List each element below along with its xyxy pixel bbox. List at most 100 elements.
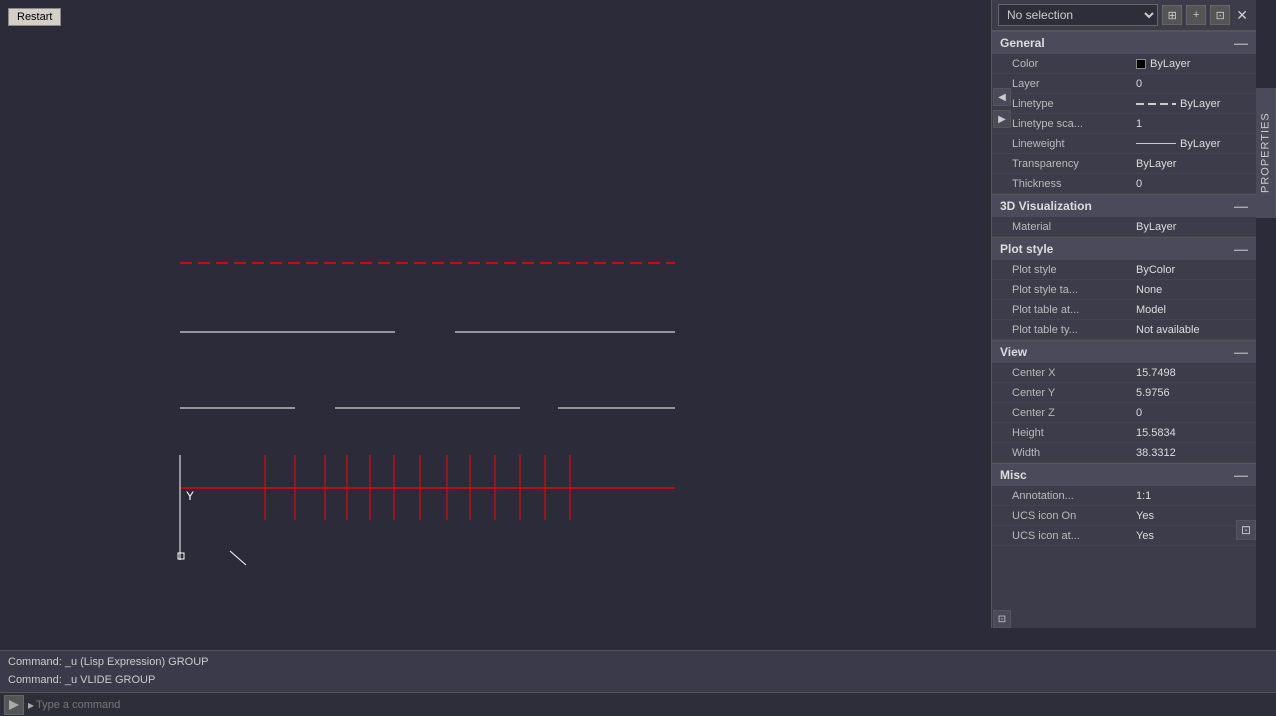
prop-annotation-label: Annotation...: [1012, 490, 1132, 502]
canvas-area: Y: [0, 0, 790, 650]
prop-center-z[interactable]: Center Z 0: [992, 403, 1256, 423]
prop-height[interactable]: Height 15.5834: [992, 423, 1256, 443]
prop-plot-style-table-value: None: [1132, 284, 1248, 296]
command-line-2: Command: _u VLIDE GROUP: [8, 671, 1268, 689]
command-output: Command: _u (Lisp Expression) GROUP Comm…: [0, 651, 1276, 692]
section-misc[interactable]: Misc —: [992, 463, 1256, 486]
prop-layer-label: Layer: [1012, 78, 1132, 90]
panel-side-toggle-top[interactable]: ◀: [993, 88, 1011, 106]
prop-color-value: ByLayer: [1132, 58, 1248, 70]
section-misc-label: Misc: [1000, 468, 1027, 482]
prop-color-label: Color: [1012, 58, 1132, 70]
section-plot-style-collapse: —: [1234, 241, 1248, 257]
prop-plot-style[interactable]: Plot style ByColor: [992, 260, 1256, 280]
prop-ucs-icon-at[interactable]: UCS icon at... Yes: [992, 526, 1256, 546]
prop-color[interactable]: Color ByLayer: [992, 54, 1256, 74]
prop-layer-value: 0: [1132, 78, 1248, 90]
prop-ucs-icon-on[interactable]: UCS icon On Yes: [992, 506, 1256, 526]
toggle-icon-3[interactable]: ⊡: [1210, 5, 1230, 25]
prop-plot-style-table[interactable]: Plot style ta... None: [992, 280, 1256, 300]
prop-linetype[interactable]: Linetype ByLayer: [992, 94, 1256, 114]
prop-thickness-value: 0: [1132, 178, 1248, 190]
prop-transparency-value: ByLayer: [1132, 158, 1248, 170]
prop-plot-style-label: Plot style: [1012, 264, 1132, 276]
properties-tab[interactable]: PROPERTIES: [1256, 88, 1276, 218]
prop-plot-table-ty[interactable]: Plot table ty... Not available: [992, 320, 1256, 340]
prop-material-value: ByLayer: [1132, 221, 1248, 233]
prop-center-z-value: 0: [1132, 407, 1248, 419]
panel-bottom-icon[interactable]: ⊡: [1236, 520, 1256, 540]
prop-height-value: 15.5834: [1132, 427, 1248, 439]
section-view-label: View: [1000, 345, 1027, 359]
prop-annotation[interactable]: Annotation... 1:1: [992, 486, 1256, 506]
prop-linetype-value: ByLayer: [1132, 98, 1248, 110]
prop-width[interactable]: Width 38.3312: [992, 443, 1256, 463]
drawing-canvas: Y: [0, 0, 790, 650]
prop-thickness[interactable]: Thickness 0: [992, 174, 1256, 194]
toggle-icon-2[interactable]: +: [1186, 5, 1206, 25]
section-3d-viz[interactable]: 3D Visualization —: [992, 194, 1256, 217]
prop-material[interactable]: Material ByLayer: [992, 217, 1256, 237]
prop-transparency-label: Transparency: [1012, 158, 1132, 170]
prop-layer[interactable]: Layer 0: [992, 74, 1256, 94]
panel-side-toggle-bottom[interactable]: ▶: [993, 110, 1011, 128]
command-input[interactable]: [36, 699, 1272, 711]
section-view[interactable]: View —: [992, 340, 1256, 363]
prop-plot-table-at-label: Plot table at...: [1012, 304, 1132, 316]
color-swatch: [1136, 59, 1146, 69]
section-misc-collapse: —: [1234, 467, 1248, 483]
prop-linetype-scale-label: Linetype sca...: [1012, 118, 1132, 130]
prop-thickness-label: Thickness: [1012, 178, 1132, 190]
prop-center-y-label: Center Y: [1012, 387, 1132, 399]
lineweight-preview: [1136, 143, 1176, 144]
prop-width-value: 38.3312: [1132, 447, 1248, 459]
prop-linetype-scale-value: 1: [1132, 118, 1248, 130]
command-input-row: ▸: [0, 692, 1276, 716]
section-plot-style-label: Plot style: [1000, 242, 1053, 256]
prop-ucs-icon-at-value: Yes: [1132, 530, 1248, 542]
prop-width-label: Width: [1012, 447, 1132, 459]
prop-center-x-value: 15.7498: [1132, 367, 1248, 379]
prop-height-label: Height: [1012, 427, 1132, 439]
command-cursor: ▸: [28, 698, 34, 712]
toggle-icon-1[interactable]: ⊞: [1162, 5, 1182, 25]
prop-lineweight-label: Lineweight: [1012, 138, 1132, 150]
prop-linetype-label: Linetype: [1012, 98, 1132, 110]
prop-linetype-scale[interactable]: Linetype sca... 1: [992, 114, 1256, 134]
properties-panel: No selection ⊞ + ⊡ ✕ General — Color ByL…: [991, 0, 1256, 628]
prompt-icon-svg: [7, 698, 21, 712]
panel-header: No selection ⊞ + ⊡ ✕: [992, 0, 1256, 31]
prop-ucs-icon-on-label: UCS icon On: [1012, 510, 1132, 522]
bottom-area: Command: _u (Lisp Expression) GROUP Comm…: [0, 650, 1276, 716]
command-line-1: Command: _u (Lisp Expression) GROUP: [8, 653, 1268, 671]
prop-plot-table-ty-label: Plot table ty...: [1012, 324, 1132, 336]
selection-dropdown[interactable]: No selection: [998, 4, 1158, 26]
prop-center-x[interactable]: Center X 15.7498: [992, 363, 1256, 383]
section-view-collapse: —: [1234, 344, 1248, 360]
prop-plot-style-value: ByColor: [1132, 264, 1248, 276]
prop-center-z-label: Center Z: [1012, 407, 1132, 419]
section-general-label: General: [1000, 36, 1045, 50]
section-3d-viz-collapse: —: [1234, 198, 1248, 214]
prop-center-y[interactable]: Center Y 5.9756: [992, 383, 1256, 403]
prop-ucs-icon-at-label: UCS icon at...: [1012, 530, 1132, 542]
section-general-collapse: —: [1234, 35, 1248, 51]
prop-center-y-value: 5.9756: [1132, 387, 1248, 399]
command-prompt-icon[interactable]: [4, 695, 24, 715]
panel-content: General — Color ByLayer Layer 0 Linetype…: [992, 31, 1256, 608]
section-general[interactable]: General —: [992, 31, 1256, 54]
prop-plot-style-table-label: Plot style ta...: [1012, 284, 1132, 296]
prop-center-x-label: Center X: [1012, 367, 1132, 379]
svg-text:Y: Y: [186, 489, 194, 503]
prop-plot-table-at-value: Model: [1132, 304, 1248, 316]
prop-lineweight-value: ByLayer: [1132, 138, 1248, 150]
prop-material-label: Material: [1012, 221, 1132, 233]
panel-close-button[interactable]: ✕: [1234, 7, 1250, 24]
linetype-preview: [1136, 103, 1176, 105]
prop-plot-table-at[interactable]: Plot table at... Model: [992, 300, 1256, 320]
restart-button[interactable]: Restart: [8, 8, 61, 26]
panel-small-square[interactable]: ⊡: [993, 610, 1011, 628]
section-plot-style[interactable]: Plot style —: [992, 237, 1256, 260]
prop-lineweight[interactable]: Lineweight ByLayer: [992, 134, 1256, 154]
prop-transparency[interactable]: Transparency ByLayer: [992, 154, 1256, 174]
